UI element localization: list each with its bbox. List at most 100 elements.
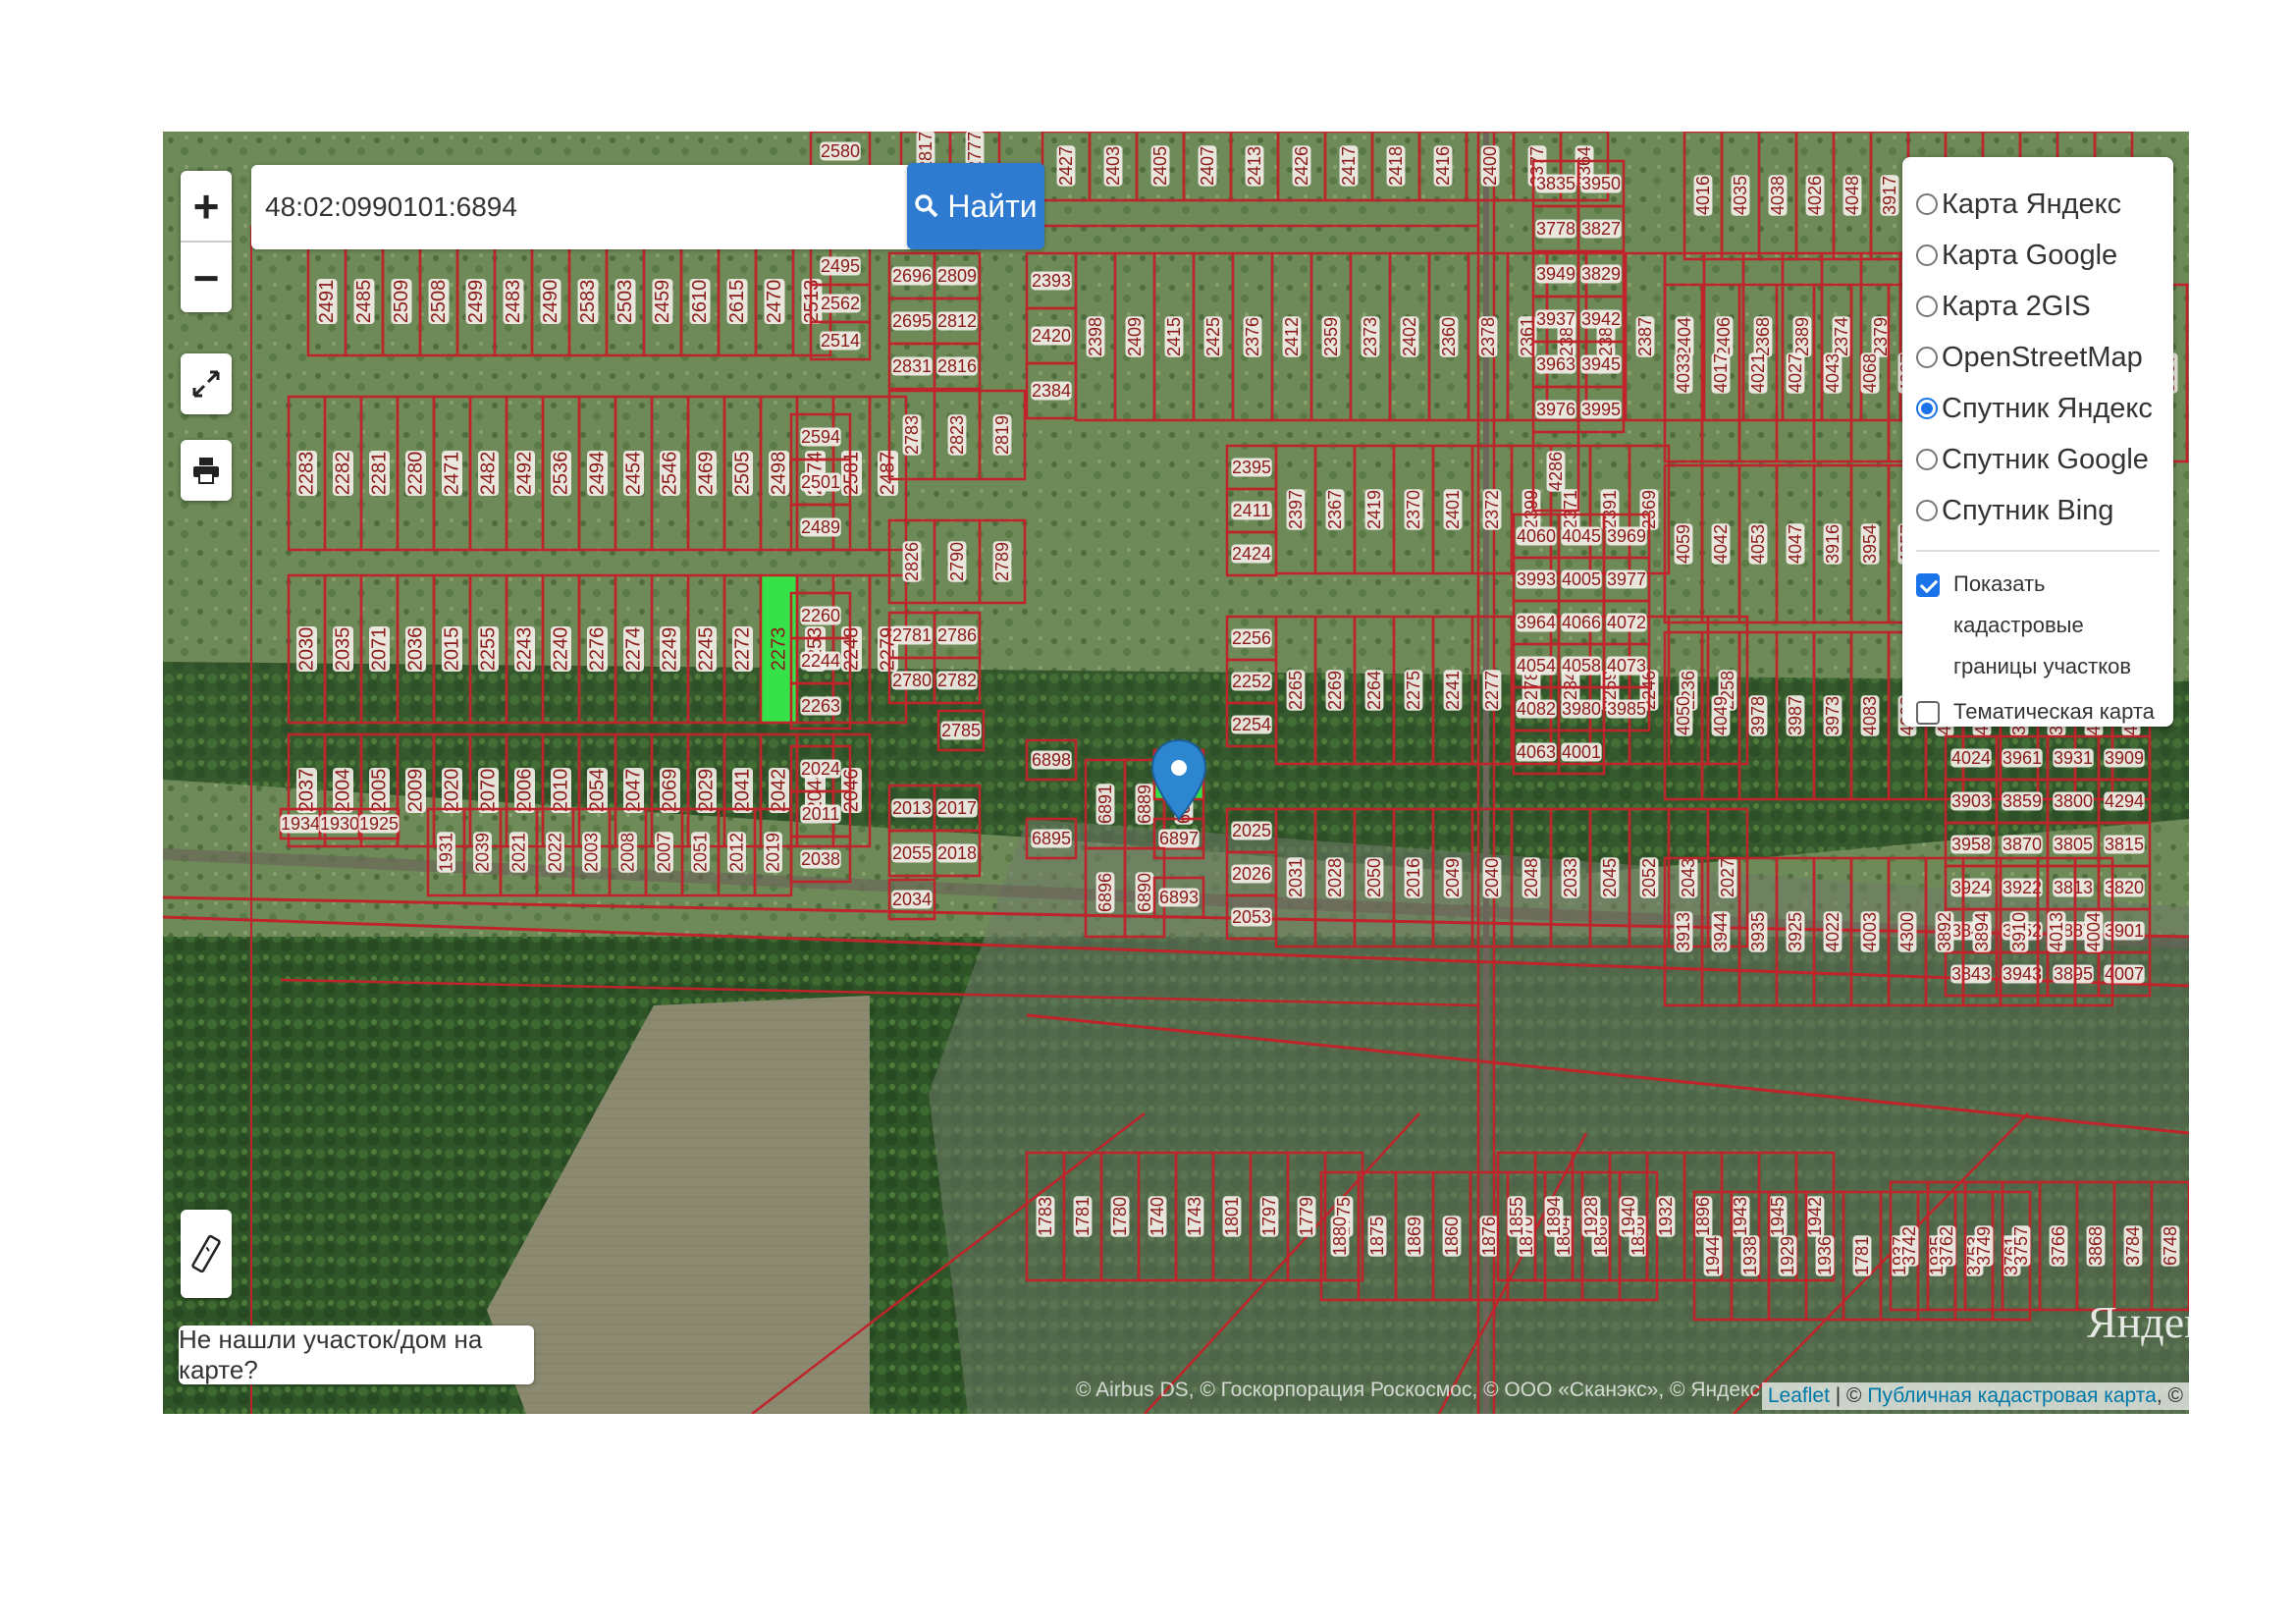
parcel-number: 2263 bbox=[801, 696, 840, 716]
parcel-number: 3935 bbox=[1748, 912, 1768, 951]
parcel-number: 2424 bbox=[1232, 544, 1271, 564]
layer-option-label: Спутник Google bbox=[1942, 443, 2149, 475]
parcel-number: 2580 bbox=[821, 141, 860, 161]
radio-button[interactable] bbox=[1916, 449, 1938, 470]
attribution-suffix: , © bbox=[2156, 1384, 2183, 1407]
radio-button[interactable] bbox=[1916, 296, 1938, 317]
layer-option-yandex-map[interactable]: Карта Яндекс bbox=[1916, 179, 2160, 230]
cadastral-number-search-input[interactable] bbox=[251, 165, 981, 249]
parcel-number: 2036 bbox=[405, 627, 427, 672]
parcel-number: 3843 bbox=[1951, 964, 1991, 984]
parcel-number: 3909 bbox=[2105, 748, 2144, 768]
parcel-number: 2397 bbox=[1286, 490, 1306, 529]
parcel-number: 2594 bbox=[801, 427, 840, 447]
parcel-number: 2013 bbox=[892, 798, 932, 818]
parcel-number: 2265 bbox=[1286, 671, 1306, 710]
parcel-number: 2070 bbox=[478, 769, 500, 813]
layer-option-yandex-satellite[interactable]: Спутник Яндекс bbox=[1916, 383, 2160, 434]
parcel-number: 2025 bbox=[1232, 821, 1271, 840]
parcel-number: 6893 bbox=[1159, 888, 1199, 907]
leaflet-link[interactable]: Leaflet bbox=[1768, 1384, 1830, 1407]
ruler-button[interactable] bbox=[181, 1210, 232, 1298]
parcel-number: 2536 bbox=[551, 452, 572, 496]
parcel-number: 3800 bbox=[2054, 791, 2093, 811]
parcel-number: 2812 bbox=[937, 311, 977, 331]
radio-button-selected[interactable] bbox=[1916, 398, 1938, 419]
radio-button[interactable] bbox=[1916, 244, 1938, 266]
parcel-number: 3757 bbox=[2011, 1226, 2031, 1266]
parcel-number: 2831 bbox=[892, 356, 932, 376]
zoom-in-button[interactable]: + bbox=[181, 171, 232, 241]
parcel-number: 2498 bbox=[769, 452, 790, 496]
parcel-number: 2008 bbox=[618, 833, 638, 872]
not-found-button[interactable]: Не нашли участок/дом на карте? bbox=[179, 1325, 534, 1384]
parcel-number: 4050 bbox=[1674, 696, 1693, 735]
parcel-number: 4033 bbox=[1674, 353, 1693, 393]
parcel-number: 3976 bbox=[1536, 400, 1575, 419]
parcel-number: 6898 bbox=[1032, 750, 1071, 770]
radio-button[interactable] bbox=[1916, 500, 1938, 521]
parcel-number: 2255 bbox=[478, 627, 500, 672]
parcel-number: 1938 bbox=[1740, 1236, 1760, 1275]
satellite-map-layer[interactable]: 2817 2777 2427 2403 2405 2407 2413 2426 2417 2418… bbox=[163, 132, 2189, 1414]
parcel-number: 2459 bbox=[652, 280, 673, 324]
print-button[interactable] bbox=[181, 440, 232, 501]
parcel-number: 2505 bbox=[732, 452, 754, 496]
parcel-number: 2372 bbox=[1482, 490, 1502, 529]
parcel-number: 1743 bbox=[1185, 1197, 1204, 1236]
cadastral-boundaries-toggle[interactable]: Показать кадастровые границы участков bbox=[1916, 564, 2160, 687]
parcel-number: 3894 bbox=[1972, 912, 1992, 951]
parcel-number: 1896 bbox=[1693, 1197, 1713, 1236]
layer-option-google-satellite[interactable]: Спутник Google bbox=[1916, 434, 2160, 485]
parcel-number: 2610 bbox=[689, 280, 711, 324]
parcel-number: 2039 bbox=[473, 833, 493, 872]
parcel-number: 2374 bbox=[1832, 317, 1851, 356]
layer-option-google-map[interactable]: Карта Google bbox=[1916, 230, 2160, 281]
parcel-number: 6895 bbox=[1032, 829, 1071, 848]
radio-button[interactable] bbox=[1916, 193, 1938, 215]
parcel-number: 2360 bbox=[1439, 317, 1459, 356]
parcel-number: 2007 bbox=[655, 833, 674, 872]
parcel-number: 1781 bbox=[1852, 1236, 1872, 1275]
parcel-number: 1780 bbox=[1110, 1197, 1130, 1236]
parcel-number: 2483 bbox=[503, 280, 524, 324]
parcel-number: 2499 bbox=[465, 280, 487, 324]
layer-option-bing-satellite[interactable]: Спутник Bing bbox=[1916, 485, 2160, 536]
layer-option-openstreetmap[interactable]: OpenStreetMap bbox=[1916, 332, 2160, 383]
parcel-number: 1797 bbox=[1259, 1197, 1279, 1236]
layer-switcher-panel: Карта Яндекс Карта Google Карта 2GIS Ope… bbox=[1902, 157, 2173, 727]
parcel-number: 2367 bbox=[1325, 490, 1345, 529]
radio-button[interactable] bbox=[1916, 347, 1938, 368]
thematic-map-label: Тематическая карта bbox=[1953, 699, 2155, 724]
parcel-number: 4072 bbox=[1607, 613, 1646, 632]
parcel-number: 2785 bbox=[941, 721, 981, 740]
parcel-number: 3978 bbox=[1748, 696, 1768, 735]
parcel-number: 4286 bbox=[1546, 452, 1566, 491]
parcel-number: 2615 bbox=[726, 280, 748, 324]
map-view[interactable]: 2817 2777 2427 2403 2405 2407 2413 2426 2417 2418… bbox=[163, 132, 2189, 1414]
checkbox[interactable] bbox=[1916, 701, 1940, 725]
parcel-number: 2009 bbox=[405, 769, 427, 813]
layer-option-2gis-map[interactable]: Карта 2GIS bbox=[1916, 281, 2160, 332]
parcel-number: 2415 bbox=[1164, 317, 1184, 356]
parcel-number: 2782 bbox=[937, 671, 977, 690]
parcel-number: 4007 bbox=[2105, 964, 2144, 984]
checkbox-checked[interactable] bbox=[1916, 573, 1940, 597]
parcel-number: 3963 bbox=[1536, 354, 1575, 374]
thematic-map-toggle[interactable]: Тематическая карта bbox=[1916, 691, 2160, 732]
fullscreen-button[interactable] bbox=[181, 353, 232, 414]
parcel-number: 2269 bbox=[1325, 671, 1345, 710]
parcel-number: 2469 bbox=[696, 452, 718, 496]
parcel-number: 4016 bbox=[1693, 176, 1713, 215]
search-button[interactable]: Найти bbox=[907, 163, 1044, 249]
parcel-number: 4053 bbox=[1748, 524, 1768, 564]
parcel-number: 2051 bbox=[691, 833, 711, 872]
parcel-number: 3892 bbox=[1935, 912, 1954, 951]
parcel-number: 3749 bbox=[1974, 1226, 1994, 1266]
zoom-out-button[interactable]: − bbox=[181, 241, 232, 312]
parcel-number: 3835 bbox=[1536, 174, 1575, 193]
parcel-number: 4017 bbox=[1711, 353, 1731, 393]
cadastral-map-link[interactable]: Публичная кадастровая карта bbox=[1867, 1384, 2156, 1407]
parcel-number: 3870 bbox=[2002, 835, 2042, 854]
parcel-number: 2454 bbox=[623, 452, 645, 496]
